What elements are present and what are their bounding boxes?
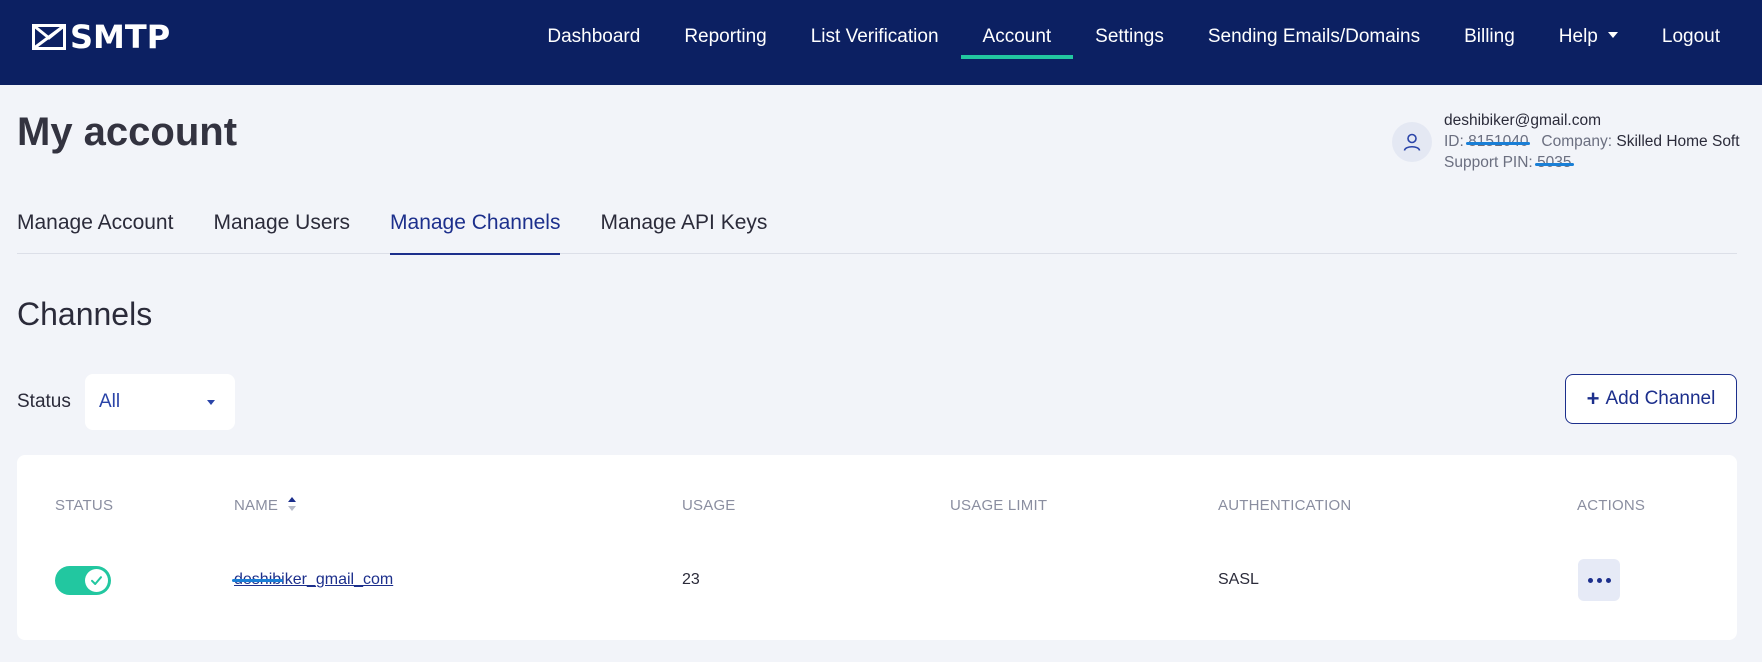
support-pin-label: Support PIN: [1444, 154, 1533, 171]
nav-account[interactable]: Account [960, 0, 1074, 85]
smtp-logo[interactable]: SMTP [32, 20, 170, 54]
logo-text: SMTP [70, 18, 171, 56]
avatar [1392, 122, 1432, 162]
tab-manage-api-keys[interactable]: Manage API Keys [600, 205, 767, 254]
nav-reporting[interactable]: Reporting [662, 0, 788, 85]
nav-sending-emails-domains[interactable]: Sending Emails/Domains [1186, 0, 1442, 85]
add-channel-button[interactable]: + Add Channel [1565, 374, 1737, 424]
col-header-status: STATUS [55, 497, 114, 514]
account-id-value: 8151040 [1468, 133, 1529, 150]
channel-name-redacted-part: deshib [234, 571, 282, 588]
tab-manage-users[interactable]: Manage Users [213, 205, 350, 254]
channel-name-cell: deshibiker_gmail_com [234, 571, 393, 589]
channel-name-visible-part: iker_gmail_com [281, 571, 394, 588]
more-dot [1605, 577, 1611, 583]
col-header-usage: USAGE [682, 497, 736, 514]
channel-name-link[interactable]: deshibiker_gmail_com [234, 571, 393, 588]
account-email: deshibiker@gmail.com [1444, 112, 1602, 129]
check-icon [91, 576, 102, 585]
col-header-authentication: AUTHENTICATION [1218, 497, 1352, 514]
user-icon [1403, 133, 1421, 151]
channels-heading: Channels [17, 296, 153, 332]
envelope-logo-icon [32, 24, 66, 50]
status-filter-value: All [99, 391, 121, 412]
status-filter-label: Status [17, 391, 71, 412]
more-dots-icon [1587, 577, 1593, 583]
channel-authentication-cell: SASL [1218, 571, 1259, 588]
company-value: Skilled Home Soft [1616, 133, 1740, 150]
account-summary: deshibiker@gmail.com ID: 8151040 Company… [1392, 110, 1740, 173]
row-actions-button[interactable] [1578, 559, 1620, 601]
col-header-actions: ACTIONS [1577, 497, 1646, 514]
nav-settings[interactable]: Settings [1073, 0, 1186, 85]
channel-status-toggle[interactable] [55, 566, 111, 595]
account-details: deshibiker@gmail.com ID: 8151040 Company… [1444, 110, 1740, 173]
tab-manage-channels[interactable]: Manage Channels [390, 205, 561, 255]
col-header-name[interactable]: NAME [234, 497, 297, 514]
channel-usage-cell: 23 [682, 571, 700, 588]
chevron-down-icon [1607, 31, 1618, 38]
nav-logout[interactable]: Logout [1640, 0, 1762, 85]
nav-list-verification[interactable]: List Verification [789, 0, 961, 85]
account-id-label: ID: [1444, 133, 1464, 150]
col-header-usage-limit: USAGE LIMIT [950, 497, 1048, 514]
status-filter-select[interactable]: All [85, 374, 235, 430]
caret-down-icon [207, 400, 215, 405]
support-pin-line: Support PIN: 5035 [1444, 152, 1740, 173]
account-tabs: Manage Account Manage Users Manage Chann… [17, 205, 1737, 255]
support-pin-value: 5035 [1537, 154, 1572, 171]
nav-dashboard[interactable]: Dashboard [525, 0, 662, 85]
more-dot [1596, 577, 1602, 583]
account-id-company-line: ID: 8151040 Company: Skilled Home Soft [1444, 131, 1740, 152]
add-channel-label: Add Channel [1605, 388, 1716, 409]
top-navbar: SMTP Dashboard Reporting List Verificati… [0, 0, 1762, 85]
nav-billing[interactable]: Billing [1442, 0, 1537, 85]
main-nav: Dashboard Reporting List Verification Ac… [525, 0, 1762, 85]
page-title: My account [17, 110, 238, 154]
sort-icon [287, 497, 296, 512]
nav-help-label: Help [1558, 26, 1598, 47]
nav-help[interactable]: Help [1537, 0, 1640, 85]
col-header-name-label: NAME [234, 497, 279, 514]
tab-manage-account[interactable]: Manage Account [17, 205, 173, 254]
company-label: Company: [1541, 133, 1613, 150]
toggle-knob [85, 569, 108, 592]
plus-icon: + [1586, 386, 1600, 411]
channels-table: STATUS NAME USAGE USAGE LIMIT AUTHENTICA… [17, 455, 1737, 640]
